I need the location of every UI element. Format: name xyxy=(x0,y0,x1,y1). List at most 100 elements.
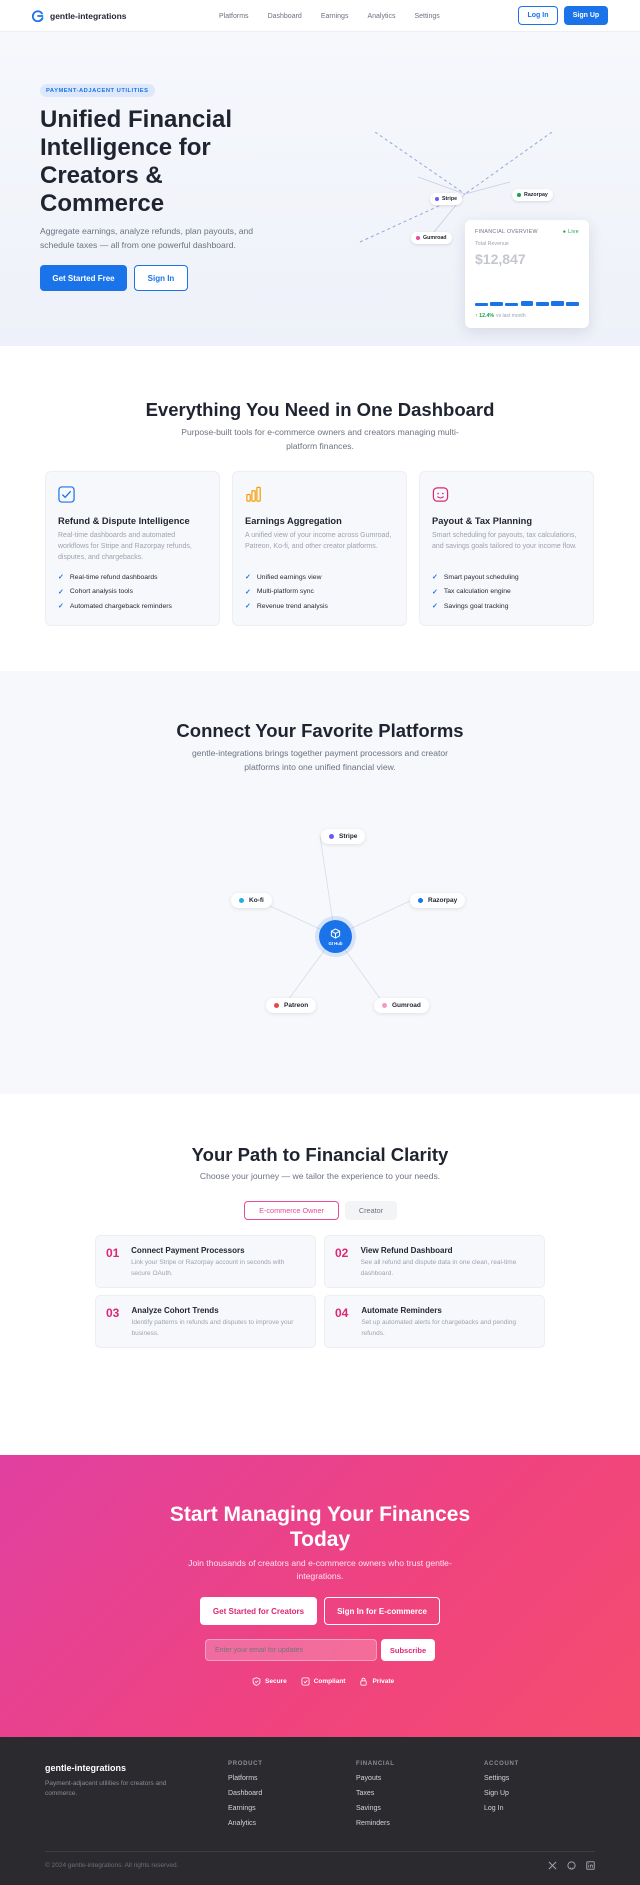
gumroad-dot-icon xyxy=(382,1003,387,1008)
footer-link-platforms[interactable]: Platforms xyxy=(228,1775,263,1790)
platform-node-gumroad[interactable]: Gumroad xyxy=(374,998,429,1013)
feature-item: ✓ Cohort analysis tools xyxy=(58,588,133,596)
revenue-bar xyxy=(566,301,580,306)
revenue-bar xyxy=(475,303,488,306)
linkedin-icon[interactable] xyxy=(585,1860,595,1870)
feature-card-payouts: Payout & Tax Planning Smart scheduling f… xyxy=(419,471,594,626)
nav-links: Platforms Dashboard Earnings Analytics S… xyxy=(219,0,440,32)
tab-creator[interactable]: Creator xyxy=(345,1201,397,1220)
feature-card-title: Refund & Dispute Intelligence xyxy=(58,516,190,526)
nav-link-earnings[interactable]: Earnings xyxy=(321,13,349,20)
feature-item: ✓ Multi-platform sync xyxy=(245,588,314,596)
feature-item: ✓ Savings goal tracking xyxy=(432,602,509,611)
step-number: 01 xyxy=(106,1246,120,1260)
hero-tag-razorpay: Razorpay xyxy=(512,189,553,201)
get-started-creators-button[interactable]: Get Started for Creators xyxy=(200,1597,317,1625)
trust-compliant: Compliant xyxy=(301,1677,345,1686)
subscribe-button[interactable]: Subscribe xyxy=(381,1639,435,1661)
footer: gentle-integrations Payment-adjacent uti… xyxy=(0,1737,640,1885)
check-square-icon xyxy=(301,1677,310,1686)
step-card: 03 Analyze Cohort Trends Identify patter… xyxy=(95,1295,316,1348)
step-desc: See all refund and dispute data in one c… xyxy=(360,1259,517,1277)
footer-link-taxes[interactable]: Taxes xyxy=(356,1790,395,1805)
footer-column-financial: FINANCIAL Payouts Taxes Savings Reminder… xyxy=(356,1761,395,1835)
footer-link-login[interactable]: Log In xyxy=(484,1805,519,1820)
top-nav: gentle-integrations Platforms Dashboard … xyxy=(0,0,640,32)
copyright: © 2024 gentle-integrations. All rights r… xyxy=(45,1862,179,1869)
step-desc: Set up automated alerts for chargebacks … xyxy=(361,1319,517,1337)
social-links xyxy=(547,1860,595,1870)
footer-link-settings[interactable]: Settings xyxy=(484,1775,519,1790)
revenue-bar xyxy=(520,300,534,306)
check-icon: ✓ xyxy=(58,574,64,582)
live-badge: ● Live xyxy=(562,229,579,235)
platform-node-patreon[interactable]: Patreon xyxy=(266,998,317,1013)
shield-check-icon xyxy=(58,486,75,503)
hero-title: Unified Financial Intelligence for Creat… xyxy=(40,106,233,217)
revenue-bar xyxy=(505,303,519,306)
check-icon: ✓ xyxy=(245,603,251,611)
platform-node-razorpay[interactable]: Razorpay xyxy=(410,893,466,908)
bar-chart-icon xyxy=(246,486,261,502)
hub-label: GI Hub xyxy=(328,940,343,946)
nav-link-settings[interactable]: Settings xyxy=(414,13,439,20)
check-icon: ✓ xyxy=(245,588,251,596)
login-button[interactable]: Log In xyxy=(518,6,558,25)
platform-node-kofi[interactable]: Ko-fi xyxy=(231,893,272,908)
github-icon[interactable] xyxy=(566,1860,576,1870)
step-title: Connect Payment Processors xyxy=(131,1246,245,1255)
brand[interactable]: gentle-integrations xyxy=(32,9,127,22)
nav-link-platforms[interactable]: Platforms xyxy=(219,13,249,20)
footer-link-analytics[interactable]: Analytics xyxy=(228,1820,263,1835)
hero-section: PAYMENT-ADJACENT UTILITIES Unified Finan… xyxy=(0,32,640,346)
tab-ecommerce-owner[interactable]: E-commerce Owner xyxy=(244,1201,339,1220)
footer-description: Payment-adjacent utilities for creators … xyxy=(45,1780,167,1797)
kofi-dot-icon xyxy=(239,898,244,903)
patreon-dot-icon xyxy=(274,1003,279,1008)
step-desc: Link your Stripe or Razorpay account in … xyxy=(131,1259,285,1277)
shield-icon xyxy=(252,1677,261,1686)
platform-node-stripe[interactable]: Stripe xyxy=(321,829,366,844)
razorpay-dot-icon xyxy=(517,193,521,197)
feature-item: ✓ Revenue trend analysis xyxy=(245,602,328,611)
hero-tag-stripe: Stripe xyxy=(430,193,463,205)
footer-column-title: FINANCIAL xyxy=(356,1761,395,1767)
platform-network-lines xyxy=(256,835,413,1005)
step-title: Analyze Cohort Trends xyxy=(131,1306,219,1315)
footer-link-dashboard[interactable]: Dashboard xyxy=(228,1790,263,1805)
footer-link-reminders[interactable]: Reminders xyxy=(356,1820,395,1835)
signup-button[interactable]: Sign Up xyxy=(564,6,608,25)
nav-link-analytics[interactable]: Analytics xyxy=(367,13,395,20)
get-started-button[interactable]: Get Started Free xyxy=(40,265,127,291)
features-section: Everything You Need in One Dashboard Pur… xyxy=(0,346,640,671)
sign-in-button[interactable]: Sign In xyxy=(134,265,188,291)
lock-icon xyxy=(360,1677,368,1686)
gumroad-dot-icon xyxy=(416,236,420,240)
footer-link-earnings[interactable]: Earnings xyxy=(228,1805,263,1820)
x-icon[interactable] xyxy=(547,1860,557,1870)
revenue-bar xyxy=(490,301,503,306)
sign-in-ecommerce-button[interactable]: Sign In for E-commerce xyxy=(324,1597,440,1625)
revenue-mini-chart xyxy=(475,300,580,306)
footer-link-savings[interactable]: Savings xyxy=(356,1805,395,1820)
footer-divider xyxy=(45,1851,595,1852)
step-card: 04 Automate Reminders Set up automated a… xyxy=(324,1295,545,1348)
feature-item: ✓ Smart payout scheduling xyxy=(432,573,519,582)
footer-link-signup[interactable]: Sign Up xyxy=(484,1790,519,1805)
logo-icon xyxy=(32,9,44,22)
nav-actions: Log In Sign Up xyxy=(518,6,608,25)
footer-column-product: PRODUCT Platforms Dashboard Earnings Ana… xyxy=(228,1761,263,1835)
footer-column-account: ACCOUNT Settings Sign Up Log In xyxy=(484,1761,519,1820)
trust-badges: Secure Compliant Private xyxy=(252,1677,394,1686)
footer-link-payouts[interactable]: Payouts xyxy=(356,1775,395,1790)
step-title: View Refund Dashboard xyxy=(360,1246,453,1255)
nav-link-dashboard[interactable]: Dashboard xyxy=(268,13,302,20)
feature-item: ✓ Tax calculation engine xyxy=(432,588,511,596)
razorpay-dot-icon xyxy=(418,898,423,903)
journey-tabs: E-commerce Owner Creator xyxy=(244,1201,397,1220)
feature-card-desc: Real-time dashboards and automated workf… xyxy=(58,532,192,561)
check-icon: ✓ xyxy=(58,603,64,611)
total-revenue-label: Total Revenue xyxy=(475,241,509,247)
email-input[interactable] xyxy=(205,1639,377,1661)
path-section: Your Path to Financial Clarity Choose yo… xyxy=(0,1094,640,1455)
